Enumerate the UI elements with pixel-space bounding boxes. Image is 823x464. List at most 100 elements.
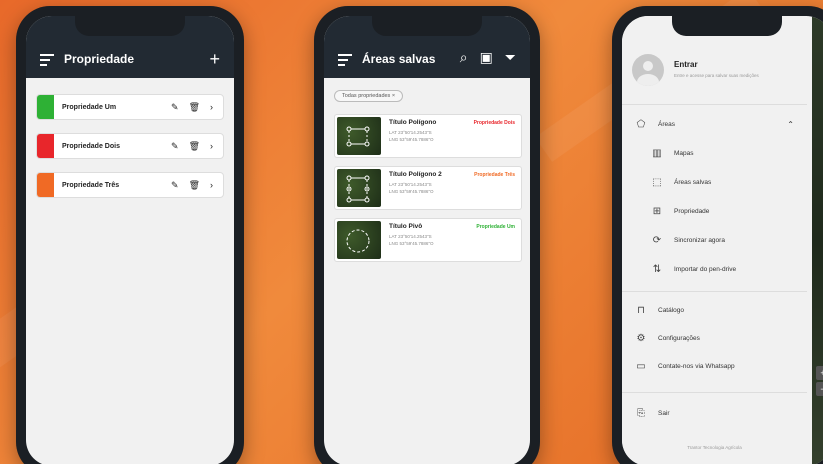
screen-drawer: + − Entrar Entre e acesse para salvar su… (622, 16, 823, 464)
delete-icon[interactable]: 🗑 (189, 141, 200, 152)
polygon-icon: ⬠ (636, 119, 646, 130)
polygon-thumbnail (337, 117, 381, 155)
property-label: Propriedade Um (62, 103, 117, 111)
property-item[interactable]: Propriedade Um ✎ 🗑 › (36, 94, 224, 120)
area-card[interactable]: Título Pivô LAT 23°50'14.2543"S LNG 53°5… (334, 218, 522, 262)
menu-label: Configurações (658, 335, 700, 342)
menu-item-mapas[interactable]: ▥ Mapas (650, 148, 694, 159)
polygon-icon (346, 175, 370, 203)
phone-notch (672, 16, 782, 36)
property-color-swatch (37, 95, 54, 119)
filter-icon[interactable]: ⏷ (505, 49, 516, 66)
menu-item-sair[interactable]: ⎘ Sair (634, 408, 670, 419)
property-color-swatch (37, 134, 54, 158)
zoom-out-button[interactable]: − (816, 382, 823, 396)
chevron-right-icon[interactable]: › (210, 141, 213, 151)
edit-icon[interactable]: ✎ (171, 102, 179, 113)
menu-item-contato[interactable]: ▭ Contate-nos via Whatsapp (634, 361, 734, 372)
menu-item-areas-salvas[interactable]: ⬚ Áreas salvas (650, 177, 711, 188)
menu-icon[interactable] (338, 54, 352, 66)
menu-label: Sincronizar agora (674, 237, 725, 244)
sync-icon: ⟳ (652, 235, 662, 246)
chevron-right-icon[interactable]: › (210, 180, 213, 190)
area-property-tag: Propriedade Dois (473, 120, 515, 126)
menu-item-sincronizar[interactable]: ⟳ Sincronizar agora (650, 235, 725, 246)
property-item[interactable]: Propriedade Dois ✎ 🗑 › (36, 133, 224, 159)
page-title: Propriedade (64, 52, 135, 66)
login-title[interactable]: Entrar (674, 60, 698, 69)
avatar[interactable] (632, 54, 664, 86)
property-label: Propriedade Três (62, 181, 120, 189)
menu-label: Áreas (658, 121, 675, 128)
filter-chip[interactable]: Todas propriedades × (334, 90, 404, 102)
gear-icon: ⚙ (636, 333, 646, 344)
area-lat: LAT 23°50'14.2543"S (389, 234, 432, 239)
divider (622, 104, 807, 105)
property-label: Propriedade Dois (62, 142, 120, 150)
grid-icon: ⊞ (652, 206, 662, 217)
page-title: Áreas salvas (362, 52, 436, 66)
area-card[interactable]: Título Polígono LAT 23°50'14.2543"S LNG … (334, 114, 522, 158)
add-icon[interactable]: + (209, 50, 220, 68)
edit-icon[interactable]: ✎ (171, 180, 179, 191)
menu-item-importar[interactable]: ⇅ Importar do pen-drive (650, 264, 736, 275)
area-info: Título Pivô LAT 23°50'14.2543"S LNG 53°5… (383, 219, 521, 261)
phone-notch (372, 16, 482, 36)
property-item[interactable]: Propriedade Três ✎ 🗑 › (36, 172, 224, 198)
menu-item-catalogo[interactable]: ⊓ Catálogo (634, 305, 684, 316)
footer-brand: Trantor Tecnologia Agrícola (687, 445, 742, 450)
login-subtitle: Entre e acesse para salvar suas medições (674, 73, 759, 78)
menu-label: Mapas (674, 150, 694, 157)
map-icon: ▥ (652, 148, 662, 159)
selection-icon: ⬚ (652, 177, 662, 188)
navigation-drawer: Entrar Entre e acesse para salvar suas m… (622, 16, 807, 464)
delete-icon[interactable]: 🗑 (189, 102, 200, 113)
area-lng: LNG 53°59'45.7886"O (389, 136, 434, 142)
zoom-in-button[interactable]: + (816, 366, 823, 380)
area-lng: LNG 53°59'45.7886"O (389, 188, 434, 194)
chip-close-icon[interactable]: × (392, 93, 395, 99)
edit-icon[interactable]: ✎ (171, 141, 179, 152)
search-icon[interactable]: ⌕ (460, 49, 468, 66)
message-icon: ▭ (636, 361, 646, 372)
screen-areas-salvas: Áreas salvas ⌕ ▣ ⏷ Todas propriedades × (324, 16, 530, 464)
phone-propriedade: Propriedade + Propriedade Um ✎ 🗑 › Propr… (16, 6, 244, 464)
area-coordinates: LAT 23°50'14.2543"S LNG 53°59'45.7886"O (389, 130, 515, 144)
menu-label: Catálogo (658, 307, 685, 314)
area-property-tag: Propriedade Três (474, 172, 515, 178)
delete-icon[interactable]: 🗑 (189, 180, 200, 191)
menu-item-propriedade[interactable]: ⊞ Propriedade (650, 206, 710, 217)
property-color-swatch (37, 173, 54, 197)
menu-icon[interactable] (40, 54, 54, 66)
chevron-right-icon[interactable]: › (210, 102, 213, 112)
phone-areas-salvas: Áreas salvas ⌕ ▣ ⏷ Todas propriedades × (314, 6, 540, 464)
menu-label: Importar do pen-drive (674, 266, 737, 273)
bag-icon: ⊓ (637, 305, 645, 316)
screen-propriedade: Propriedade + Propriedade Um ✎ 🗑 › Propr… (26, 16, 234, 464)
chevron-up-icon[interactable]: ⌃ (787, 120, 794, 129)
property-list: Propriedade Um ✎ 🗑 › Propriedade Dois ✎ … (26, 78, 234, 227)
layers-icon[interactable]: ▣ (480, 49, 493, 66)
area-lat: LAT 23°50'14.2543"S (389, 130, 432, 135)
area-property-tag: Propriedade Um (476, 224, 515, 230)
polygon-thumbnail (337, 169, 381, 207)
menu-item-configuracoes[interactable]: ⚙ Configurações (634, 333, 700, 344)
pivot-thumbnail (337, 221, 381, 259)
filter-chip-label: Todas propriedades (342, 93, 391, 99)
menu-item-areas[interactable]: ⬠ Áreas ⌃ (634, 119, 794, 130)
import-icon: ⇅ (652, 264, 662, 275)
phone-drawer: + − Entrar Entre e acesse para salvar su… (612, 6, 823, 464)
area-list: Título Polígono LAT 23°50'14.2543"S LNG … (324, 102, 530, 262)
polygon-icon (346, 126, 370, 147)
area-info: Título Polígono LAT 23°50'14.2543"S LNG … (383, 115, 521, 157)
area-info: Título Polígono 2 LAT 23°50'14.2543"S LN… (383, 167, 521, 209)
map-background: + − (812, 16, 823, 464)
logout-icon: ⎘ (637, 408, 645, 419)
menu-label: Sair (658, 410, 670, 417)
area-lat: LAT 23°50'14.2543"S (389, 182, 432, 187)
menu-label: Propriedade (674, 208, 710, 215)
area-coordinates: LAT 23°50'14.2543"S LNG 53°59'45.7886"O (389, 234, 515, 248)
divider (622, 291, 807, 292)
area-card[interactable]: Título Polígono 2 LAT 23°50'14.2543"S LN… (334, 166, 522, 210)
pivot-icon (346, 229, 370, 253)
